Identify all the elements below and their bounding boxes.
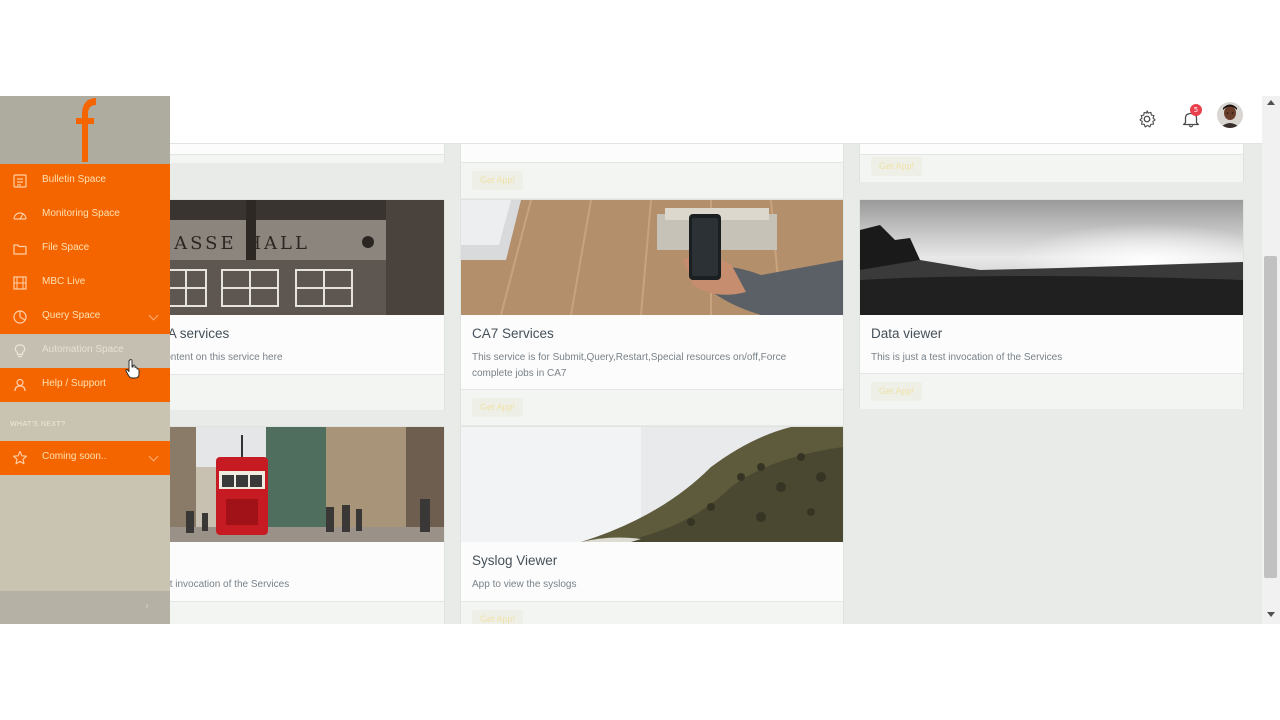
card-footer (156, 154, 444, 163)
sidebar-item-label: Help / Support (42, 378, 106, 389)
sidebar: Bulletin Space Monitoring Space File Spa… (0, 96, 170, 624)
get-app-button[interactable]: Get App! (871, 382, 923, 401)
vertical-scrollbar[interactable] (1262, 96, 1280, 624)
sidebar-item-automation-space[interactable]: Automation Space (0, 334, 170, 368)
card-footer: Get App! (461, 389, 843, 425)
chevron-down-icon (148, 451, 159, 462)
card-footer: Get App! (461, 162, 843, 198)
lightbulb-icon (14, 344, 26, 358)
scroll-up-arrow-icon[interactable] (1267, 100, 1275, 105)
sidebar-item-label: Query Space (42, 310, 101, 321)
card-title: Syslog Viewer (472, 553, 558, 568)
brand-logo-f[interactable] (74, 96, 96, 162)
card-image-tram-street (156, 427, 444, 542)
sidebar-item-label: Monitoring Space (42, 208, 120, 219)
app-card-data-viewer[interactable]: Data viewer This is just a test invocati… (859, 199, 1244, 409)
notification-count-badge: 5 (1190, 104, 1202, 116)
sidebar-item-help-support[interactable]: Help / Support (0, 368, 170, 402)
card-description: Content on this service here (158, 352, 283, 363)
app-card-ca7-services[interactable]: CA7 Services This service is for Submit,… (460, 199, 844, 425)
film-icon (13, 276, 27, 290)
chevron-down-icon (148, 310, 159, 321)
sidebar-item-file-space[interactable]: File Space (0, 232, 170, 266)
sidebar-collapse-bar[interactable]: › (0, 591, 170, 624)
get-app-button[interactable]: Get App! (871, 157, 923, 176)
card-title: Data viewer (871, 326, 943, 341)
dashboard-icon (13, 212, 27, 220)
card-footer: Get App! (860, 373, 1243, 409)
logo-area (0, 96, 170, 164)
top-header: 5 (170, 96, 1262, 144)
sidebar-item-coming-soon[interactable]: Coming soon.. (0, 441, 170, 475)
sidebar-item-label: Automation Space (42, 344, 124, 355)
bulletin-icon (13, 174, 27, 188)
card-description: This is just a test invocation of the Se… (871, 352, 1063, 363)
card-image-foggy-forest (461, 427, 843, 542)
app-card-ca-services[interactable]: IASSE HALL CA services Content on this s… (155, 199, 445, 410)
folder-icon (13, 244, 27, 255)
scroll-down-arrow-icon[interactable] (1267, 612, 1275, 617)
sidebar-item-monitoring-space[interactable]: Monitoring Space (0, 198, 170, 232)
section-label-whats-next: WHAT'S NEXT? (10, 421, 66, 428)
user-avatar[interactable] (1217, 102, 1243, 128)
chevron-right-icon[interactable]: › (145, 601, 149, 612)
app-card-tram[interactable]: This is just a test invocation of the Se… (98, 426, 445, 624)
sidebar-item-mbc-live[interactable]: MBC Live (0, 266, 170, 300)
sidebar-item-label: File Space (42, 242, 90, 253)
card-description: This service is for Submit,Query,Restart… (472, 352, 787, 379)
app-card-syslog-viewer[interactable]: Syslog Viewer App to view the syslogs Ge… (460, 426, 844, 624)
pie-chart-icon (13, 310, 27, 324)
sidebar-item-bulletin-space[interactable]: Bulletin Space (0, 164, 170, 198)
card-footer: Get App! (461, 601, 843, 624)
sidebar-item-label: Coming soon.. (42, 451, 107, 462)
card-description: App to view the syslogs (472, 579, 577, 590)
svg-text:IASSE HALL: IASSE HALL (164, 233, 310, 254)
get-app-button[interactable]: Get App! (472, 610, 524, 624)
sidebar-item-label: Bulletin Space (42, 174, 106, 185)
card-footer (156, 601, 444, 624)
settings-gear-icon[interactable] (1136, 108, 1158, 130)
application-window: Get App! Get App! IASSE HALL CA services… (0, 96, 1280, 624)
card-title: CA7 Services (472, 326, 554, 341)
get-app-button[interactable]: Get App! (472, 398, 524, 417)
card-image-landscape (860, 200, 1243, 315)
get-app-button[interactable]: Get App! (472, 171, 524, 190)
sidebar-item-label: MBC Live (42, 276, 86, 287)
support-icon (14, 378, 26, 392)
scrollbar-thumb[interactable] (1264, 256, 1277, 578)
card-footer (156, 374, 444, 410)
star-icon (12, 450, 28, 465)
hand-pointer-cursor-icon (125, 359, 140, 379)
card-image-phone-desk (461, 200, 843, 315)
card-footer: Get App! (860, 154, 1243, 182)
sidebar-item-query-space[interactable]: Query Space (0, 300, 170, 334)
card-image-masse-hall: IASSE HALL (156, 200, 444, 315)
